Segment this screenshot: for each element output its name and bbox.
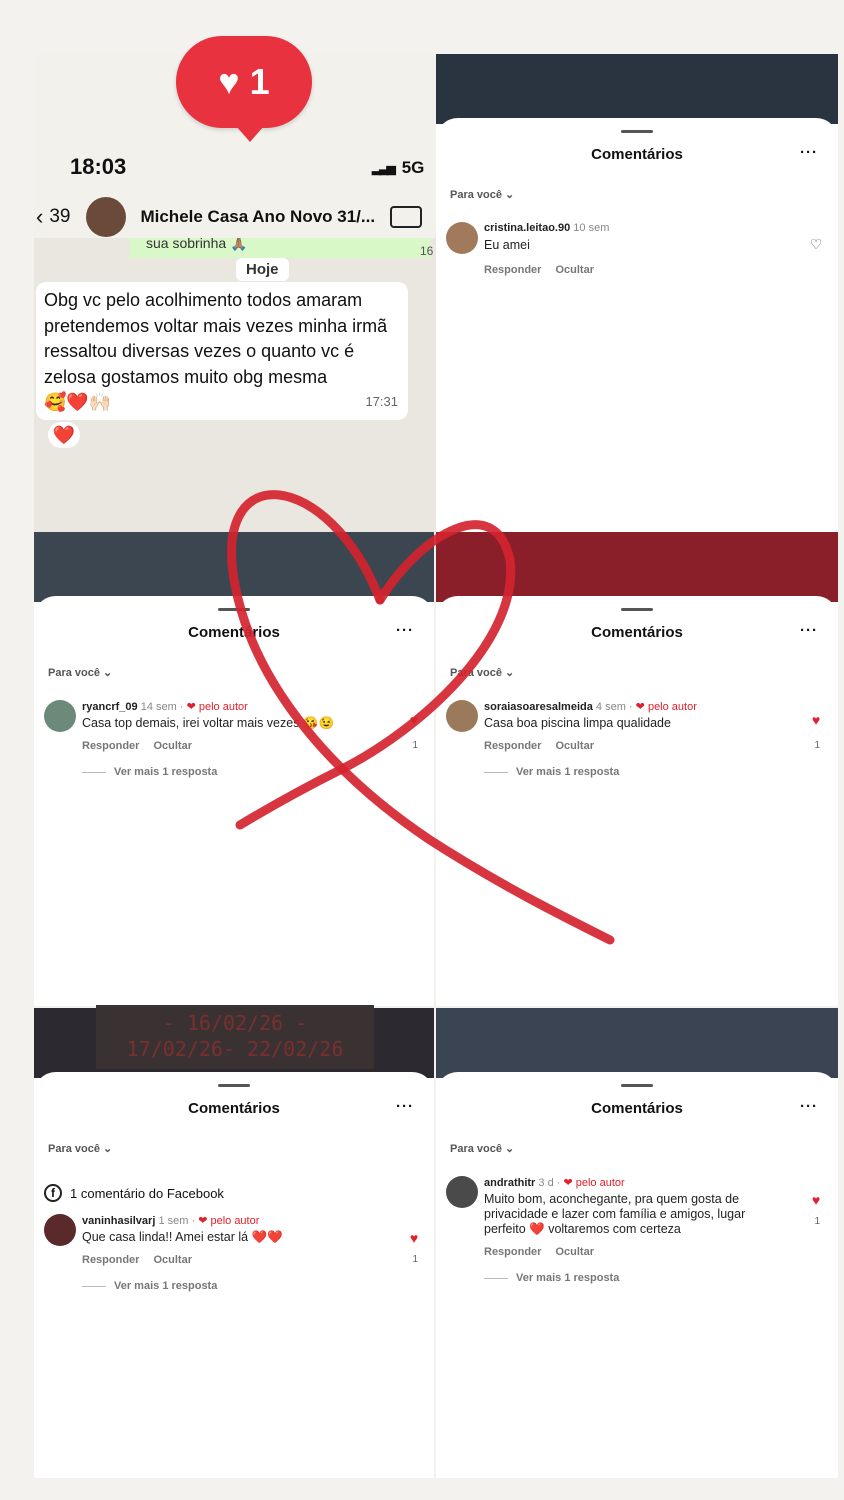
drawn-heart-icon	[227, 490, 615, 945]
